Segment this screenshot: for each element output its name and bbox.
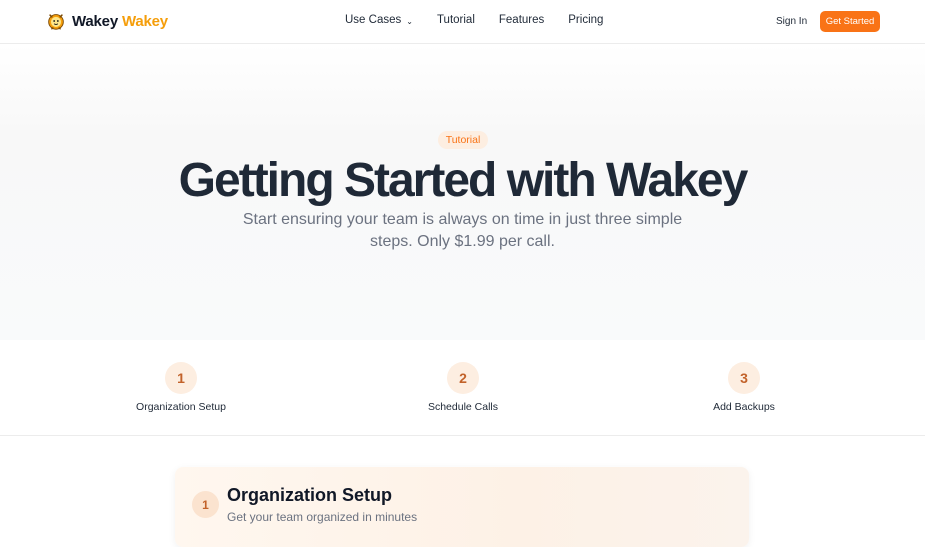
step-number: 2 (447, 362, 479, 394)
card-subtitle: Get your team organized in minutes (227, 510, 418, 524)
brand-name-first: Wakey (72, 12, 118, 30)
steps-overview: 1 Organization Setup 2 Schedule Calls 3 … (0, 340, 925, 436)
brand-name: Wakey Wakey (72, 13, 168, 30)
brand-name-second: Wakey (121, 12, 168, 30)
step-label: Schedule Calls (427, 401, 499, 413)
nav-use-cases[interactable]: Use Cases ⌄ (345, 14, 413, 26)
step-add-backups[interactable]: 3 Add Backups (654, 362, 834, 413)
step-number: 1 (165, 362, 197, 394)
alarm-clock-mascot-icon (48, 14, 64, 30)
tutorial-badge: Tutorial (438, 131, 488, 149)
brand-logo[interactable]: Wakey Wakey (45, 10, 168, 32)
nav-pricing[interactable]: Pricing (568, 14, 603, 26)
page-title: Getting Started with Wakey (178, 154, 749, 207)
step-organization-setup[interactable]: 1 Organization Setup (91, 362, 271, 413)
hero-subtitle: Start ensuring your team is always on ti… (242, 211, 683, 250)
step-detail-card: 1 Organization Setup Get your team organ… (175, 467, 749, 547)
step-number: 3 (728, 362, 760, 394)
nav-features[interactable]: Features (499, 14, 544, 26)
step-label: Add Backups (713, 401, 775, 413)
hero-section: Tutorial Getting Started with Wakey Star… (0, 44, 925, 340)
nav-tutorial[interactable]: Tutorial (437, 14, 475, 26)
card-step-number: 1 (192, 491, 219, 518)
top-navbar: Wakey Wakey Use Cases ⌄ Tutorial Feature… (0, 0, 925, 44)
get-started-button[interactable]: Get Started (820, 11, 880, 32)
nav-use-cases-label: Use Cases (345, 14, 402, 26)
step-schedule-calls[interactable]: 2 Schedule Calls (373, 362, 553, 413)
chevron-down-icon: ⌄ (406, 16, 413, 26)
sign-in-link[interactable]: Sign In (776, 16, 807, 27)
step-label: Organization Setup (136, 401, 226, 413)
nav-links: Use Cases ⌄ Tutorial Features Pricing (345, 14, 627, 26)
card-title: Organization Setup (227, 485, 393, 505)
